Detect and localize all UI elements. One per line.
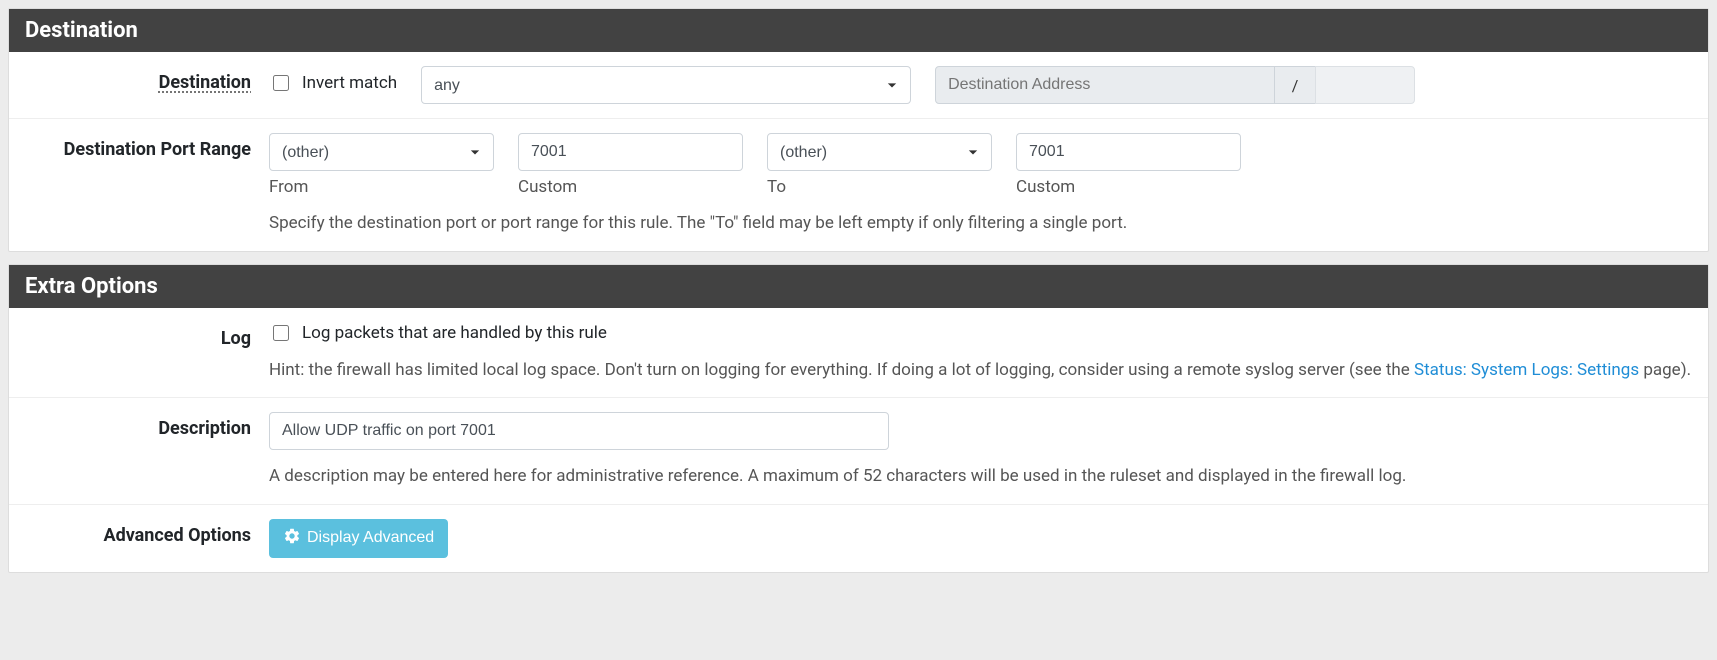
- display-advanced-label: Display Advanced: [307, 529, 434, 547]
- destination-header: Destination: [9, 9, 1708, 52]
- destination-address-input: [935, 66, 1275, 104]
- description-input[interactable]: [269, 412, 889, 450]
- log-checkbox-wrapper[interactable]: Log packets that are handled by this rul…: [269, 322, 1692, 344]
- destination-port-range-row: Destination Port Range (other) From Cust…: [9, 119, 1708, 251]
- port-from-custom-sublabel: Custom: [518, 177, 743, 197]
- port-from-select[interactable]: (other): [269, 133, 494, 171]
- description-help: A description may be entered here for ad…: [269, 464, 1692, 490]
- destination-port-range-label: Destination Port Range: [9, 133, 269, 160]
- description-row: Description A description may be entered…: [9, 398, 1708, 505]
- port-to-custom-sublabel: Custom: [1016, 177, 1241, 197]
- gear-icon: [283, 527, 301, 550]
- port-from-custom-input[interactable]: [518, 133, 743, 171]
- log-label: Log: [9, 322, 269, 349]
- mask-slash: /: [1275, 66, 1315, 104]
- destination-row: Destination Invert match any /: [9, 52, 1708, 119]
- destination-address-group: /: [935, 66, 1415, 104]
- advanced-options-label: Advanced Options: [9, 519, 269, 546]
- destination-panel: Destination Destination Invert match any…: [8, 8, 1709, 252]
- port-from-sublabel: From: [269, 177, 494, 197]
- display-advanced-button[interactable]: Display Advanced: [269, 519, 448, 558]
- destination-label: Destination: [159, 72, 251, 93]
- destination-type-select[interactable]: any: [421, 66, 911, 104]
- port-to-sublabel: To: [767, 177, 992, 197]
- extra-options-header: Extra Options: [9, 265, 1708, 308]
- description-label: Description: [9, 412, 269, 439]
- advanced-options-row: Advanced Options Display Advanced: [9, 505, 1708, 572]
- log-row: Log Log packets that are handled by this…: [9, 308, 1708, 399]
- port-to-custom-input[interactable]: [1016, 133, 1241, 171]
- port-to-select[interactable]: (other): [767, 133, 992, 171]
- log-help: Hint: the firewall has limited local log…: [269, 358, 1692, 384]
- log-checkbox[interactable]: [273, 325, 289, 341]
- extra-options-panel: Extra Options Log Log packets that are h…: [8, 264, 1709, 573]
- port-range-help: Specify the destination port or port ran…: [269, 211, 1692, 237]
- invert-match-label: Invert match: [302, 73, 397, 93]
- invert-match-checkbox[interactable]: [273, 75, 289, 91]
- invert-match-wrapper[interactable]: Invert match: [269, 66, 397, 94]
- log-checkbox-label: Log packets that are handled by this rul…: [302, 323, 607, 343]
- system-logs-link[interactable]: Status: System Logs: Settings: [1414, 360, 1639, 380]
- destination-mask-select: [1315, 66, 1415, 104]
